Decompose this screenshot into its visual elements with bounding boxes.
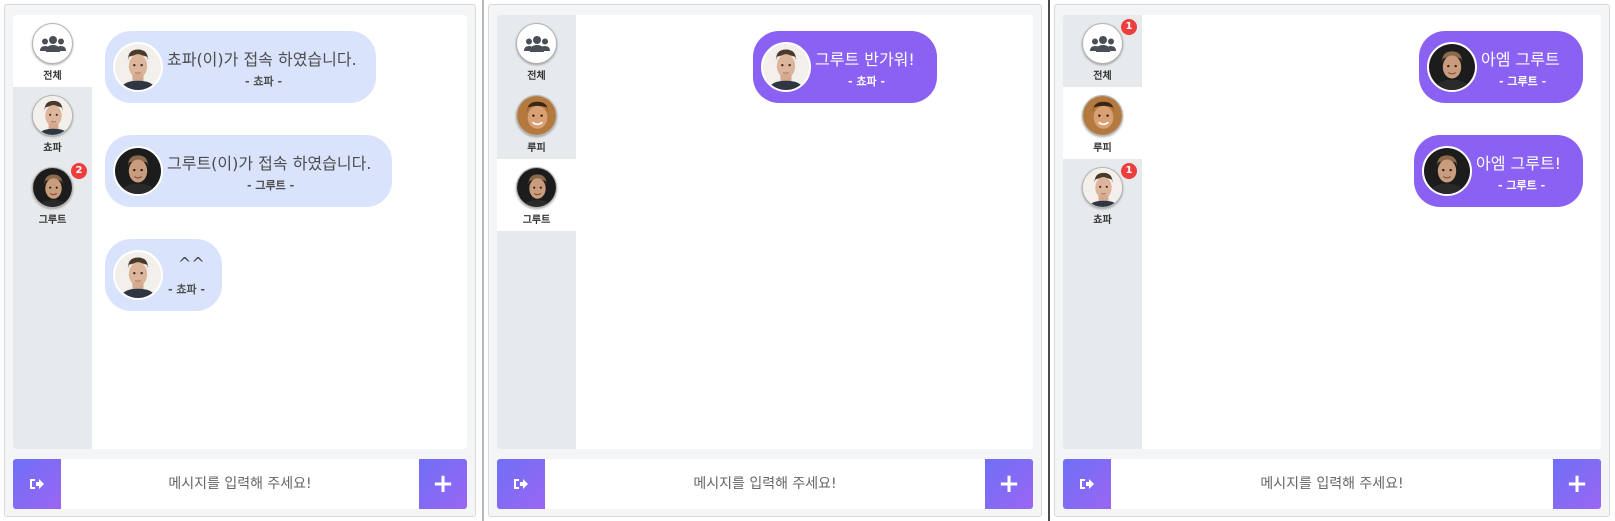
avatar <box>113 42 163 92</box>
user-sidebar: 1 전체 루피 1 쵸파 <box>1063 15 1142 449</box>
sign-out-icon <box>513 477 529 491</box>
avatar <box>1427 42 1477 92</box>
message-bubble: 그루트 반가워! - 쵸파 - <box>753 31 937 103</box>
exit-button[interactable] <box>497 459 545 509</box>
message-input-bar: + <box>13 459 467 509</box>
exit-button[interactable] <box>13 459 61 509</box>
send-button[interactable]: + <box>985 459 1033 509</box>
unread-badge: 1 <box>1121 163 1137 179</box>
message-bubble: 쵸파(이)가 접속 하였습니다. - 쵸파 - <box>105 31 376 103</box>
message-sender: - 그루트 - <box>247 179 295 192</box>
message-input-bar: + <box>1063 459 1601 509</box>
chat-area: 전체 쵸파 2 그루트 쵸파(이)가 접속 하였습니다. - 쵸파 - 그루트(… <box>13 15 467 449</box>
sidebar-item-label: 전체 <box>43 71 62 82</box>
sign-out-icon <box>1079 477 1095 491</box>
avatar <box>113 146 163 196</box>
sidebar-item-choppa[interactable]: 1 쵸파 <box>1063 159 1142 231</box>
message-sender: - 쵸파 - <box>168 283 206 296</box>
message-sender: - 그루트 - <box>1499 75 1547 88</box>
plus-icon: + <box>998 469 1020 499</box>
user-sidebar: 전체 쵸파 2 그루트 <box>13 15 92 449</box>
avatar <box>1422 146 1472 196</box>
sidebar-item-label: 쵸파 <box>43 143 62 154</box>
avatar <box>1082 167 1123 208</box>
user-sidebar: 전체 루피 그루트 <box>497 15 576 449</box>
avatar <box>113 250 163 300</box>
chat-window-1: 전체 쵸파 2 그루트 쵸파(이)가 접속 하였습니다. - 쵸파 - 그루트(… <box>4 4 476 517</box>
window-divider <box>1048 0 1050 521</box>
chat-area: 1 전체 루피 1 쵸파 아엠 그루트 - 그루트 - 아엠 그루트! - 그루… <box>1063 15 1601 449</box>
sidebar-item-groot[interactable]: 2 그루트 <box>13 159 92 231</box>
unread-badge: 2 <box>71 163 87 179</box>
sidebar-item-label: 루피 <box>1093 143 1112 154</box>
exit-button[interactable] <box>1063 459 1111 509</box>
chat-window-2: 전체 루피 그루트 그루트 반가워! - 쵸파 - + <box>488 4 1042 517</box>
message-input[interactable] <box>1111 459 1553 509</box>
message-text: 그루트(이)가 접속 하였습니다. <box>167 154 372 173</box>
message-text: 아엠 그루트 <box>1481 50 1560 69</box>
plus-icon: + <box>432 469 454 499</box>
message-input-bar: + <box>497 459 1033 509</box>
sidebar-item-groot[interactable]: 그루트 <box>497 159 576 231</box>
window-divider <box>482 0 484 521</box>
avatar <box>32 95 73 136</box>
sidebar-item-choppa[interactable]: 쵸파 <box>13 87 92 159</box>
avatar <box>32 167 73 208</box>
message-sender: - 쵸파 - <box>848 75 886 88</box>
avatar <box>516 167 557 208</box>
sidebar-item-label: 쵸파 <box>1093 215 1112 226</box>
sidebar-item-all[interactable]: 전체 <box>497 15 576 87</box>
sidebar-item-all[interactable]: 1 전체 <box>1063 15 1142 87</box>
message-bubble: 그루트(이)가 접속 하였습니다. - 그루트 - <box>105 135 392 207</box>
avatar <box>1082 95 1123 136</box>
plus-icon: + <box>1566 469 1588 499</box>
avatar <box>516 95 557 136</box>
message-sender: - 그루트 - <box>1498 179 1546 192</box>
send-button[interactable]: + <box>1553 459 1601 509</box>
sidebar-item-label: 그루트 <box>522 215 551 226</box>
message-bubble: ^^ - 쵸파 - <box>105 239 222 311</box>
avatar <box>761 42 811 92</box>
users-icon <box>516 23 557 64</box>
message-input[interactable] <box>61 459 419 509</box>
message-text: ^^ <box>178 254 205 273</box>
sidebar-item-luffy[interactable]: 루피 <box>1063 87 1142 159</box>
sidebar-item-luffy[interactable]: 루피 <box>497 87 576 159</box>
sign-out-icon <box>29 477 45 491</box>
message-text: 그루트 반가워! <box>815 50 915 69</box>
sidebar-item-label: 전체 <box>527 71 546 82</box>
send-button[interactable]: + <box>419 459 467 509</box>
sidebar-item-all[interactable]: 전체 <box>13 15 92 87</box>
unread-badge: 1 <box>1121 19 1137 35</box>
sidebar-item-label: 전체 <box>1093 71 1112 82</box>
message-bubble: 아엠 그루트 - 그루트 - <box>1419 31 1583 103</box>
sidebar-item-label: 루피 <box>527 143 546 154</box>
users-icon <box>1082 23 1123 64</box>
message-text: 아엠 그루트! <box>1476 154 1562 173</box>
chat-area: 전체 루피 그루트 그루트 반가워! - 쵸파 - <box>497 15 1033 449</box>
users-icon <box>32 23 73 64</box>
message-sender: - 쵸파 - <box>245 75 283 88</box>
sidebar-item-label: 그루트 <box>38 215 67 226</box>
message-text: 쵸파(이)가 접속 하였습니다. <box>167 50 357 69</box>
message-input[interactable] <box>545 459 985 509</box>
chat-window-3: 1 전체 루피 1 쵸파 아엠 그루트 - 그루트 - 아엠 그루트! - 그루… <box>1054 4 1610 517</box>
message-bubble: 아엠 그루트! - 그루트 - <box>1414 135 1583 207</box>
